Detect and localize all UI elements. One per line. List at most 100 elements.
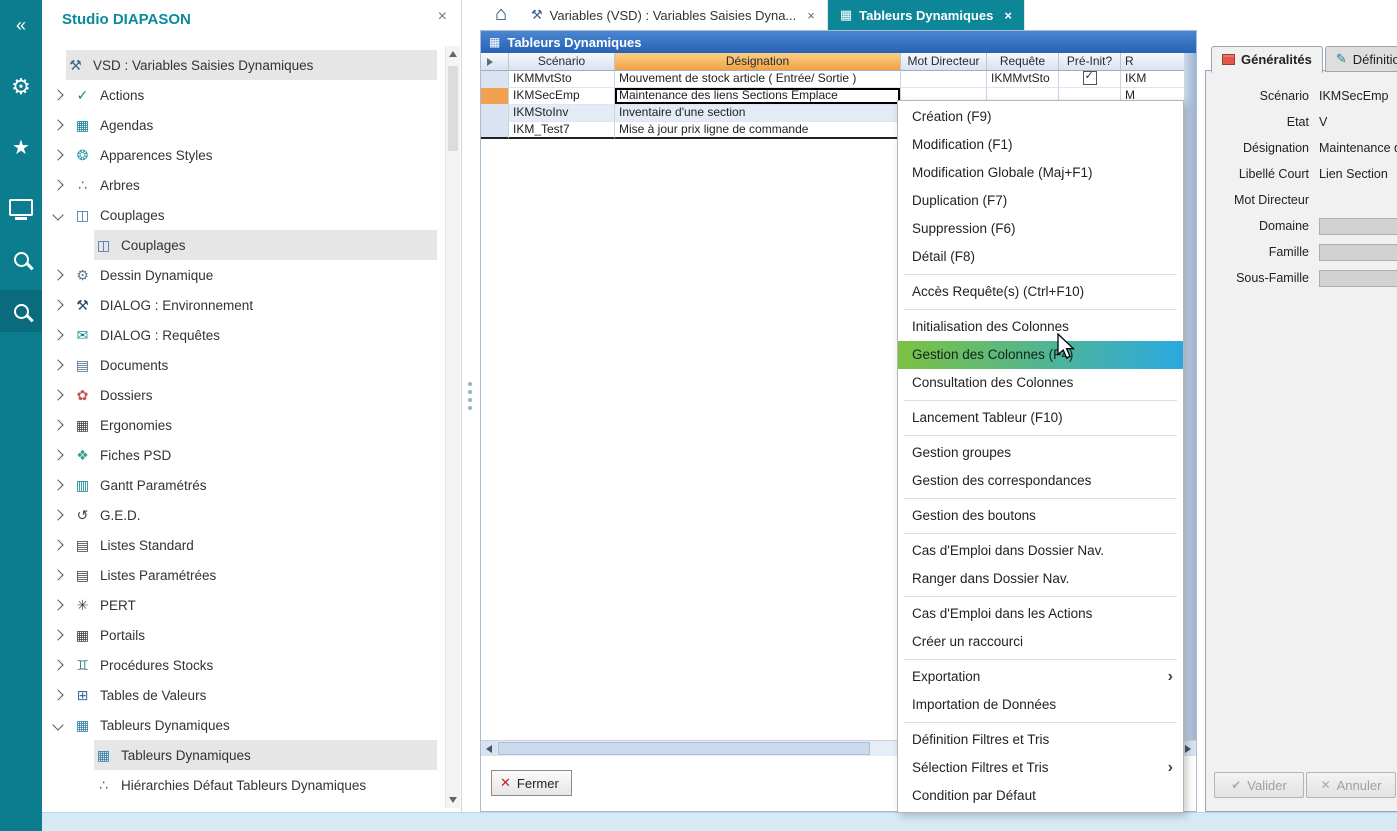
annuler-button[interactable]: ✕ Annuler [1306, 772, 1396, 798]
scenario-cell[interactable]: IKM_Test7 [509, 122, 615, 139]
table-row[interactable]: IKMMvtStoMouvement de stock article ( En… [481, 71, 1186, 88]
sidebar-item-gantt-param-tr-s[interactable]: ▥Gantt Paramétrés [54, 470, 437, 500]
settings-button[interactable]: ⚙ [0, 66, 42, 108]
scenario-cell[interactable]: IKMSecEmp [509, 88, 615, 105]
pre-init-cell[interactable] [1059, 71, 1121, 88]
chevron-right-icon[interactable] [52, 689, 63, 700]
menu-item-ranger-dans-dossier-nav[interactable]: Ranger dans Dossier Nav. [898, 565, 1183, 593]
chevron-right-icon[interactable] [52, 419, 63, 430]
checkbox-checked-icon[interactable] [1083, 71, 1097, 85]
tab-definition[interactable]: ✎ Définition [1325, 46, 1397, 72]
sidebar-close-icon[interactable]: × [438, 8, 447, 26]
sidebar-item-arbres[interactable]: ∴Arbres [54, 170, 437, 200]
menu-item-cr-ation-f9[interactable]: Création (F9) [898, 103, 1183, 131]
close-icon[interactable]: × [1004, 8, 1012, 23]
chevron-right-icon[interactable] [52, 569, 63, 580]
menu-item-d-finition-filtres-et-tris[interactable]: Définition Filtres et Tris [898, 726, 1183, 754]
sidebar-item-actions[interactable]: ✓Actions [54, 80, 437, 110]
chevron-right-icon[interactable] [52, 359, 63, 370]
sidebar-item-couplages[interactable]: ◫Couplages [94, 230, 437, 260]
sidebar-item-vsd-variables-saisies-dynamiques[interactable]: ⚒VSD : Variables Saisies Dynamiques [66, 50, 437, 80]
menu-item-cas-d-emploi-dans-dossier-nav[interactable]: Cas d'Emploi dans Dossier Nav. [898, 537, 1183, 565]
chevron-right-icon[interactable] [52, 119, 63, 130]
chevron-right-icon[interactable] [52, 629, 63, 640]
menu-item-duplication-f7[interactable]: Duplication (F7) [898, 187, 1183, 215]
column-header-Requête[interactable]: Requête [987, 53, 1059, 71]
chevron-right-icon[interactable] [52, 179, 63, 190]
scroll-down-icon[interactable] [449, 797, 457, 803]
fermer-button[interactable]: ✕ Fermer [491, 770, 572, 796]
advanced-search-button[interactable] [0, 290, 42, 332]
sidebar-item-documents[interactable]: ▤Documents [54, 350, 437, 380]
designation-cell[interactable]: Mise à jour prix ligne de commande [615, 122, 901, 139]
row-selector-cell[interactable] [481, 105, 509, 122]
sidebar-item-portails[interactable]: ▦Portails [54, 620, 437, 650]
menu-item-s-lection-filtres-et-tris[interactable]: Sélection Filtres et Tris› [898, 754, 1183, 782]
column-header-Mot Directeur[interactable]: Mot Directeur [901, 53, 987, 71]
field-input-box[interactable] [1319, 218, 1397, 235]
column-header-Désignation[interactable]: Désignation [615, 53, 901, 71]
row-selector-cell[interactable] [481, 122, 509, 139]
sidebar-item-dialog-requ-tes[interactable]: ✉DIALOG : Requêtes [54, 320, 437, 350]
tab-tableurs-dynamiques[interactable]: ▦ Tableurs Dynamiques × [828, 0, 1025, 30]
sidebar-item-pert[interactable]: ✳PERT [54, 590, 437, 620]
row-selector-cell[interactable] [481, 88, 509, 105]
sidebar-item-tableurs-dynamiques[interactable]: ▦Tableurs Dynamiques [54, 710, 437, 740]
chevron-right-icon[interactable] [52, 269, 63, 280]
column-header-Scénario[interactable]: Scénario [509, 53, 615, 71]
menu-item-cas-d-emploi-dans-les-actions[interactable]: Cas d'Emploi dans les Actions [898, 600, 1183, 628]
sidebar-item-dessin-dynamique[interactable]: ⚙Dessin Dynamique [54, 260, 437, 290]
scenario-cell[interactable]: IKMMvtSto [509, 71, 615, 88]
scroll-left-icon[interactable] [481, 741, 497, 756]
sidebar-item-hi-rarchies-d-faut-tableurs-dynamiques[interactable]: ∴Hiérarchies Défaut Tableurs Dynamiques [94, 770, 437, 800]
menu-item-initialisation-des-colonnes[interactable]: Initialisation des Colonnes [898, 313, 1183, 341]
sidebar-item-dossiers[interactable]: ✿Dossiers [54, 380, 437, 410]
sidebar-item-tableurs-dynamiques[interactable]: ▦Tableurs Dynamiques [94, 740, 437, 770]
row-selector-cell[interactable] [481, 71, 509, 88]
search-button[interactable] [0, 238, 42, 280]
field-value[interactable]: Lien Section [1319, 167, 1397, 181]
menu-item-gestion-groupes[interactable]: Gestion groupes [898, 439, 1183, 467]
requete-cell[interactable]: IKMMvtSto [987, 71, 1059, 88]
sidebar-item-agendas[interactable]: ▦Agendas [54, 110, 437, 140]
chevron-right-icon[interactable] [52, 659, 63, 670]
sidebar-item-ergonomies[interactable]: ▦Ergonomies [54, 410, 437, 440]
designation-cell[interactable]: Maintenance des liens Sections Emplace [615, 88, 901, 105]
tab-variables-vsd[interactable]: ⚒ Variables (VSD) : Variables Saisies Dy… [519, 0, 828, 30]
sidebar-item-apparences-styles[interactable]: ❂Apparences Styles [54, 140, 437, 170]
favorites-button[interactable]: ★ [0, 126, 42, 168]
scenario-cell[interactable]: IKMStoInv [509, 105, 615, 122]
field-input-box[interactable] [1319, 244, 1397, 261]
menu-item-importation-de-donn-es[interactable]: Importation de Données [898, 691, 1183, 719]
column-header-Pré-Init?[interactable]: Pré-Init? [1059, 53, 1121, 71]
menu-item-d-tail-f8[interactable]: Détail (F8) [898, 243, 1183, 271]
field-input-box[interactable] [1319, 270, 1397, 287]
menu-item-modification-globale-maj-f1[interactable]: Modification Globale (Maj+F1) [898, 159, 1183, 187]
menu-item-acc-s-requ-te-s-ctrl-f10[interactable]: Accès Requête(s) (Ctrl+F10) [898, 278, 1183, 306]
designation-cell[interactable]: Mouvement de stock article ( Entrée/ Sor… [615, 71, 901, 88]
chevron-right-icon[interactable] [52, 599, 63, 610]
desktop-button[interactable] [0, 186, 42, 228]
chevron-right-icon[interactable] [52, 89, 63, 100]
designation-cell[interactable]: Inventaire d'une section [615, 105, 901, 122]
menu-item-gestion-des-colonnes-f4[interactable]: Gestion des Colonnes (F4) [898, 341, 1183, 369]
chevron-right-icon[interactable] [52, 539, 63, 550]
sidebar-item-couplages[interactable]: ◫Couplages [54, 200, 437, 230]
menu-item-lancement-tableur-f10[interactable]: Lancement Tableur (F10) [898, 404, 1183, 432]
scrollbar-thumb[interactable] [498, 742, 870, 755]
menu-item-gestion-des-correspondances[interactable]: Gestion des correspondances [898, 467, 1183, 495]
sidebar-item-tables-de-valeurs[interactable]: ⊞Tables de Valeurs [54, 680, 437, 710]
menu-item-modification-f1[interactable]: Modification (F1) [898, 131, 1183, 159]
close-icon[interactable]: × [807, 8, 815, 23]
splitter-handle[interactable] [468, 382, 472, 386]
scroll-up-icon[interactable] [449, 51, 457, 57]
home-icon[interactable]: ⌂ [495, 3, 507, 26]
chevron-down-icon[interactable] [52, 719, 63, 730]
chevron-right-icon[interactable] [52, 389, 63, 400]
scrollbar-thumb[interactable] [448, 66, 458, 151]
sidebar-item-dialog-environnement[interactable]: ⚒DIALOG : Environnement [54, 290, 437, 320]
chevron-right-icon[interactable] [52, 299, 63, 310]
sidebar-item-fiches-psd[interactable]: ❖Fiches PSD [54, 440, 437, 470]
collapse-sidebar-icon[interactable]: « [0, 4, 42, 46]
grid-vertical-scrollbar[interactable] [1184, 53, 1196, 740]
